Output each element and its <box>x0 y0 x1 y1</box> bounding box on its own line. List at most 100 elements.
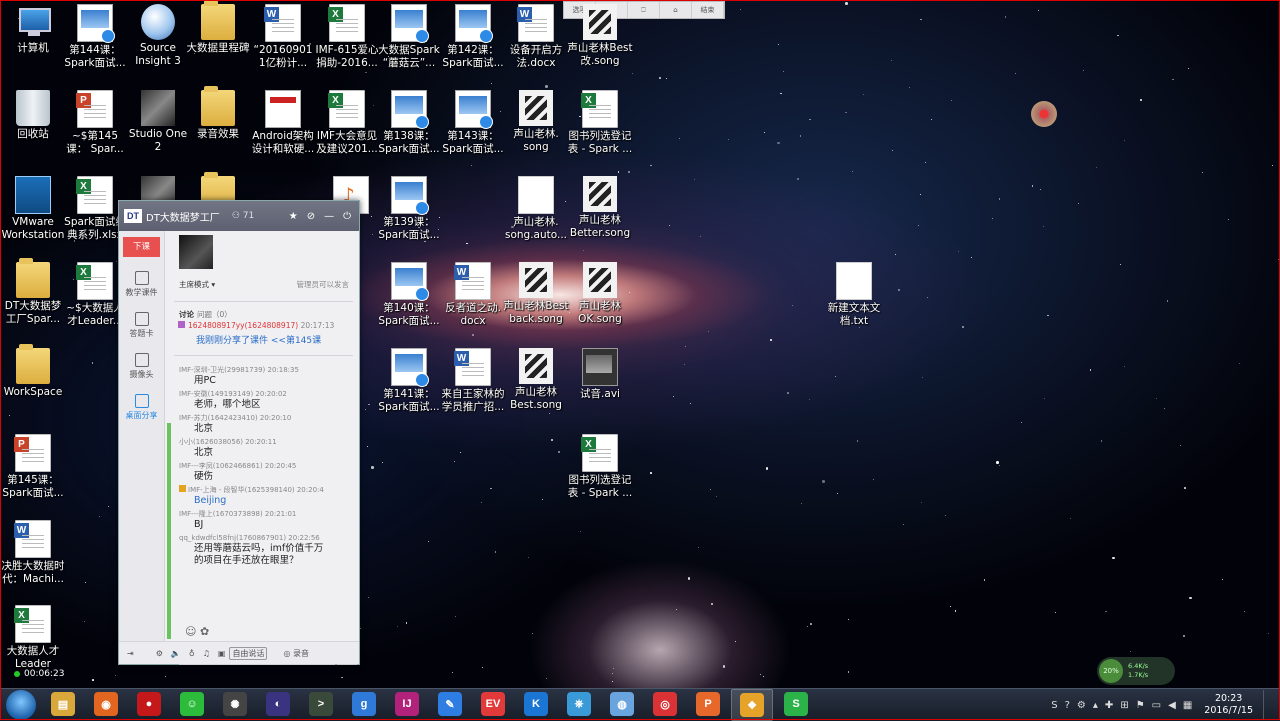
toolbar-item[interactable]: ⌂ <box>660 2 692 18</box>
taskbar-app-terminal[interactable]: > <box>301 689 341 719</box>
taskbar-app-firefox[interactable]: ◉ <box>86 689 126 719</box>
desktop-icon[interactable]: W 设备开启方 法.docx <box>503 4 569 70</box>
clock[interactable]: 20:23 2016/7/15 <box>1204 693 1253 717</box>
desktop-icon[interactable]: 第142课： Spark面试... <box>440 4 506 70</box>
desktop-icon-label: 声山老林. song <box>513 128 559 153</box>
desktop-icon[interactable]: Studio One 2 <box>125 90 191 154</box>
settings-icon[interactable]: ⊘ <box>307 211 315 222</box>
taskbar-app-file-explorer[interactable]: ▤ <box>43 689 83 719</box>
tray-icon[interactable]: ◀ <box>1168 700 1176 711</box>
desktop-icon[interactable]: 第138课： Spark面试... <box>376 90 442 156</box>
desktop-icon[interactable]: X 图书列选登记 表 - Spark ... <box>567 434 633 500</box>
desktop-icon[interactable]: W “20160901 1亿粉计... <box>250 4 316 70</box>
network-speed-widget[interactable]: 20% 6.4K/s 1.7K/s <box>1097 657 1175 685</box>
taskbar-app-network-app[interactable]: ⎈ <box>559 689 599 719</box>
sidebar-item[interactable]: 桌面分享 <box>119 394 164 421</box>
desktop-icon[interactable]: 大数据里程碑 <box>185 0 251 55</box>
desktop-icon[interactable]: DT大数据梦 工厂Spar... <box>0 258 66 326</box>
taskbar-app-wps-spreadsheet[interactable]: S <box>776 689 816 719</box>
chat-title-bar[interactable]: DT DT大数据梦工厂 ⚇ 71 ★ ⊘ — ⏻ <box>119 201 359 231</box>
desktop-icon[interactable]: 声山老林. song <box>503 90 569 154</box>
taskbar-app-chrome[interactable]: ◎ <box>645 689 685 719</box>
sidebar-item[interactable]: 摄像头 <box>119 353 164 380</box>
desktop-icon[interactable]: Android架构 设计和软硬... <box>250 90 316 156</box>
desktop-icon[interactable]: 计算机 <box>0 4 66 55</box>
desktop-icon[interactable]: 新建文本文 档.txt <box>821 262 887 328</box>
taskbar-app-wps-presentation[interactable]: P <box>688 689 728 719</box>
desktop-icon[interactable]: 声山老林 OK.song <box>567 262 633 326</box>
desktop-icon[interactable]: X 图书列选登记 表 - Spark ... <box>567 90 633 156</box>
desktop-icon[interactable]: VMware Workstation <box>0 176 66 242</box>
desktop-icon[interactable]: 声山老林 Better.song <box>567 176 633 240</box>
sidebar-item[interactable]: 教学课件 <box>119 271 164 298</box>
desktop-icon[interactable]: P 第145课： Spark面试... <box>0 434 66 500</box>
desktop-icon[interactable]: 声山老林. song.auto... <box>503 176 569 242</box>
star <box>847 618 849 620</box>
desktop-icon[interactable]: X IMF大会意见 及建议201... <box>314 90 380 156</box>
sidebar-item[interactable]: 答题卡 <box>119 312 164 339</box>
tray-icon[interactable]: ▦ <box>1183 700 1192 711</box>
music-icon[interactable]: ♫ <box>203 649 210 658</box>
emoji-icon[interactable]: ☺ <box>185 625 196 638</box>
desktop-icon[interactable]: W 反者道之动. docx <box>440 262 506 328</box>
favorite-icon[interactable]: ★ <box>289 211 298 222</box>
power-icon[interactable]: ⏻ <box>343 211 351 222</box>
desktop-icon[interactable]: W 决胜大数据时 代：Machi... <box>0 520 66 586</box>
desktop-icon[interactable]: 回收站 <box>0 90 66 141</box>
taskbar-app-yy-voice[interactable]: ❖ <box>731 689 773 721</box>
desktop-icon[interactable]: W 来自王家林的 学员推广招... <box>440 348 506 414</box>
taskbar-app-source-insight[interactable]: ◍ <box>602 689 642 719</box>
desktop-icon[interactable]: 第144课： Spark面试... <box>62 4 128 70</box>
taskbar-app-recorder[interactable]: ● <box>129 689 169 719</box>
desktop-icon[interactable]: 第139课： Spark面试... <box>376 176 442 242</box>
tray-icon[interactable]: ✚ <box>1105 700 1113 711</box>
tab-discussion[interactable]: 讨论 <box>179 310 194 319</box>
desktop-icon-label: 第144课： Spark面试... <box>64 44 126 69</box>
tray-icon[interactable]: ⊞ <box>1120 700 1128 711</box>
free-talk-button[interactable]: 自由说话 <box>229 646 268 660</box>
taskbar-app-wechat[interactable]: ☺ <box>172 689 212 719</box>
taskbar-app-eclipse[interactable]: ◐ <box>258 689 298 719</box>
record-icon[interactable]: ▣ <box>218 649 226 658</box>
desktop-icon[interactable]: 第143课： Spark面试... <box>440 90 506 156</box>
desktop-icon[interactable]: P ~$第145 课： Spar... <box>62 90 128 156</box>
settings-gear-icon[interactable]: ⚙ <box>156 649 163 658</box>
desktop-icon[interactable]: X 大数据人才 Leader <box>0 605 66 671</box>
tray-icon[interactable]: ? <box>1065 700 1070 711</box>
gift-icon[interactable]: ✿ <box>200 625 209 638</box>
taskbar-app-app-ev[interactable]: EV <box>473 689 513 719</box>
tray-icon[interactable]: S <box>1051 700 1057 711</box>
desktop-icon[interactable]: 第140课： Spark面试... <box>376 262 442 328</box>
desktop-icon[interactable]: 大数据Spark “蘑菇云”... <box>376 4 442 70</box>
start-button[interactable] <box>6 690 36 720</box>
desktop-icon[interactable]: Source Insight 3 <box>125 4 191 68</box>
tray-icon[interactable]: ⚙ <box>1077 700 1086 711</box>
show-desktop-button[interactable] <box>1263 690 1272 720</box>
taskbar-app-intellij[interactable]: IJ <box>387 689 427 719</box>
desktop-icon[interactable]: 声山老林Best back.song <box>503 262 569 326</box>
toolbar-item[interactable]: 结束 <box>692 2 724 18</box>
speaker-icon[interactable]: 🔈 <box>171 649 181 658</box>
exit-icon[interactable]: ⇥ <box>127 649 134 658</box>
desktop-icon[interactable]: 试音.avi <box>567 348 633 401</box>
taskbar-app-app-g[interactable]: g <box>344 689 384 719</box>
tray-icon[interactable]: ▴ <box>1093 700 1098 711</box>
end-class-button[interactable]: 下课 <box>123 237 160 257</box>
taskbar-app-app-pen[interactable]: ✎ <box>430 689 470 719</box>
pinned-link[interactable]: 我刚刚分享了课件 <<第145课 <box>196 333 321 346</box>
desktop-icon[interactable]: WorkSpace <box>0 344 66 399</box>
tab-questions[interactable]: 问题（0） <box>197 310 232 319</box>
tray-icon[interactable]: ▭ <box>1152 700 1161 711</box>
chair-mode-dropdown[interactable]: 主席模式 ▾ <box>179 279 215 290</box>
taskbar-app-app-k[interactable]: K <box>516 689 556 719</box>
desktop-icon[interactable]: 录音效果 <box>185 86 251 141</box>
record-button[interactable]: ◎ 录音 <box>283 648 309 659</box>
minimize-icon[interactable]: — <box>324 211 334 222</box>
tray-icon[interactable]: ⚑ <box>1136 700 1145 711</box>
taskbar-app-app-gear[interactable]: ✺ <box>215 689 255 719</box>
desktop-icon[interactable]: 第141课： Spark面试... <box>376 348 442 414</box>
mic-icon[interactable]: ♁ <box>189 649 195 658</box>
desktop-icon[interactable]: 声山老林 Best.song <box>503 348 569 412</box>
desktop-icon[interactable]: X IMF-615爱心 捐助-2016... <box>314 4 380 70</box>
desktop-icon[interactable]: 声山老林Best 改.song <box>567 4 633 68</box>
